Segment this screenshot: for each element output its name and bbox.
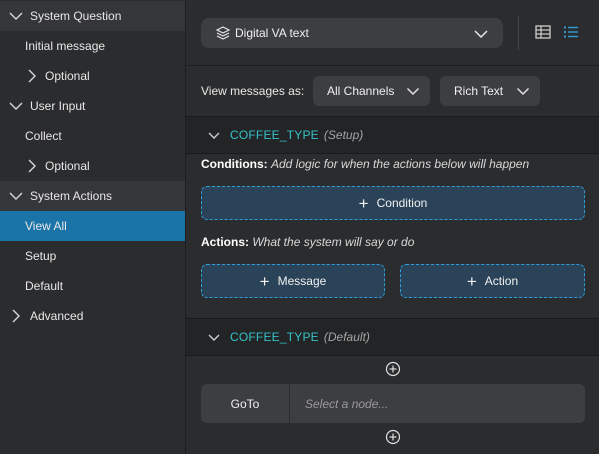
sidebar: System Question Initial message Optional… bbox=[0, 0, 186, 454]
sidebar-item-label: System Actions bbox=[30, 189, 113, 203]
layers-icon bbox=[215, 25, 231, 41]
sidebar-item-label: Initial message bbox=[25, 39, 106, 53]
format-dropdown-label: Rich Text bbox=[454, 84, 504, 98]
sidebar-item-system-actions[interactable]: System Actions bbox=[0, 181, 185, 211]
channels-dropdown-label: All Channels bbox=[327, 84, 395, 98]
add-message-label: Message bbox=[277, 274, 327, 288]
add-message-button[interactable]: + Message bbox=[201, 264, 385, 298]
goto-row: GoTo bbox=[201, 384, 585, 423]
toolbar: Digital VA text bbox=[186, 0, 599, 66]
add-condition-label: Condition bbox=[376, 196, 428, 210]
sidebar-item-system-question[interactable]: System Question bbox=[0, 1, 185, 31]
sidebar-item-setup[interactable]: Setup bbox=[0, 241, 185, 271]
sidebar-item-label: Setup bbox=[25, 249, 57, 263]
conditions-title: Conditions: bbox=[201, 157, 268, 171]
sidebar-item-label: System Question bbox=[30, 9, 122, 23]
sidebar-item-optional[interactable]: Optional bbox=[0, 151, 185, 181]
table-view-icon[interactable] bbox=[534, 23, 552, 41]
plus-icon: + bbox=[259, 271, 270, 291]
chevron-right-icon bbox=[24, 68, 40, 84]
chevron-down-icon bbox=[206, 127, 222, 143]
block-node-name: COFFEE_TYPE bbox=[230, 128, 319, 142]
main-panel: Digital VA text View messages as: All Ch… bbox=[186, 0, 599, 454]
sidebar-item-advanced[interactable]: Advanced bbox=[0, 301, 185, 331]
goto-node-input[interactable] bbox=[290, 384, 585, 423]
sidebar-item-label: User Input bbox=[30, 99, 86, 113]
sidebar-item-label: Default bbox=[25, 279, 64, 293]
add-action-label: Action bbox=[484, 274, 519, 288]
block-header-setup[interactable]: COFFEE_TYPE (Setup) bbox=[186, 116, 599, 154]
view-messages-label: View messages as: bbox=[201, 84, 305, 98]
chevron-down-icon bbox=[406, 84, 420, 98]
chevron-down-icon bbox=[473, 26, 489, 42]
channels-dropdown[interactable]: All Channels bbox=[313, 76, 430, 106]
actions-description: What the system will say or do bbox=[252, 235, 415, 249]
toolbar-divider bbox=[518, 16, 519, 50]
plus-icon: + bbox=[358, 193, 369, 213]
chevron-right-icon bbox=[8, 308, 24, 324]
sidebar-item-default[interactable]: Default bbox=[0, 271, 185, 301]
view-options-row: View messages as: All Channels Rich Text bbox=[186, 66, 599, 116]
format-dropdown[interactable]: Rich Text bbox=[440, 76, 540, 106]
block-node-name: COFFEE_TYPE bbox=[230, 330, 319, 344]
chevron-down-icon bbox=[516, 84, 530, 98]
chevron-down-icon bbox=[8, 188, 24, 204]
sidebar-item-collect[interactable]: Collect bbox=[0, 121, 185, 151]
block-node-suffix: (Default) bbox=[323, 330, 370, 344]
sidebar-item-label: Advanced bbox=[30, 309, 84, 323]
chevron-right-icon bbox=[24, 158, 40, 174]
conditions-label: Conditions: Add logic for when the actio… bbox=[201, 157, 529, 171]
sidebar-item-label: Optional bbox=[45, 69, 90, 83]
sidebar-item-initial-message[interactable]: Initial message bbox=[0, 31, 185, 61]
plus-icon: + bbox=[466, 271, 477, 291]
block-node-suffix: (Setup) bbox=[323, 128, 364, 142]
sidebar-item-user-input[interactable]: User Input bbox=[0, 91, 185, 121]
add-action-button[interactable]: + Action bbox=[400, 264, 585, 298]
add-condition-button[interactable]: + Condition bbox=[201, 186, 585, 220]
add-step-above-icon[interactable] bbox=[385, 361, 401, 377]
sidebar-item-view-all[interactable]: View All bbox=[0, 211, 185, 241]
block-header-default[interactable]: COFFEE_TYPE (Default) bbox=[186, 318, 599, 356]
channel-dropdown[interactable]: Digital VA text bbox=[201, 18, 503, 48]
actions-label: Actions: What the system will say or do bbox=[201, 235, 414, 249]
conditions-description: Add logic for when the actions below wil… bbox=[271, 157, 530, 171]
chevron-down-icon bbox=[8, 98, 24, 114]
list-view-icon[interactable] bbox=[562, 23, 580, 41]
sidebar-item-label: Collect bbox=[25, 129, 62, 143]
channel-dropdown-label: Digital VA text bbox=[235, 26, 309, 40]
actions-title: Actions: bbox=[201, 235, 249, 249]
add-step-below-icon[interactable] bbox=[385, 429, 401, 445]
sidebar-item-label: Optional bbox=[45, 159, 90, 173]
sidebar-item-optional[interactable]: Optional bbox=[0, 61, 185, 91]
app-root: System Question Initial message Optional… bbox=[0, 0, 599, 454]
chevron-down-icon bbox=[8, 8, 24, 24]
sidebar-item-label: View All bbox=[25, 219, 67, 233]
goto-label: GoTo bbox=[201, 384, 290, 423]
chevron-down-icon bbox=[206, 329, 222, 345]
